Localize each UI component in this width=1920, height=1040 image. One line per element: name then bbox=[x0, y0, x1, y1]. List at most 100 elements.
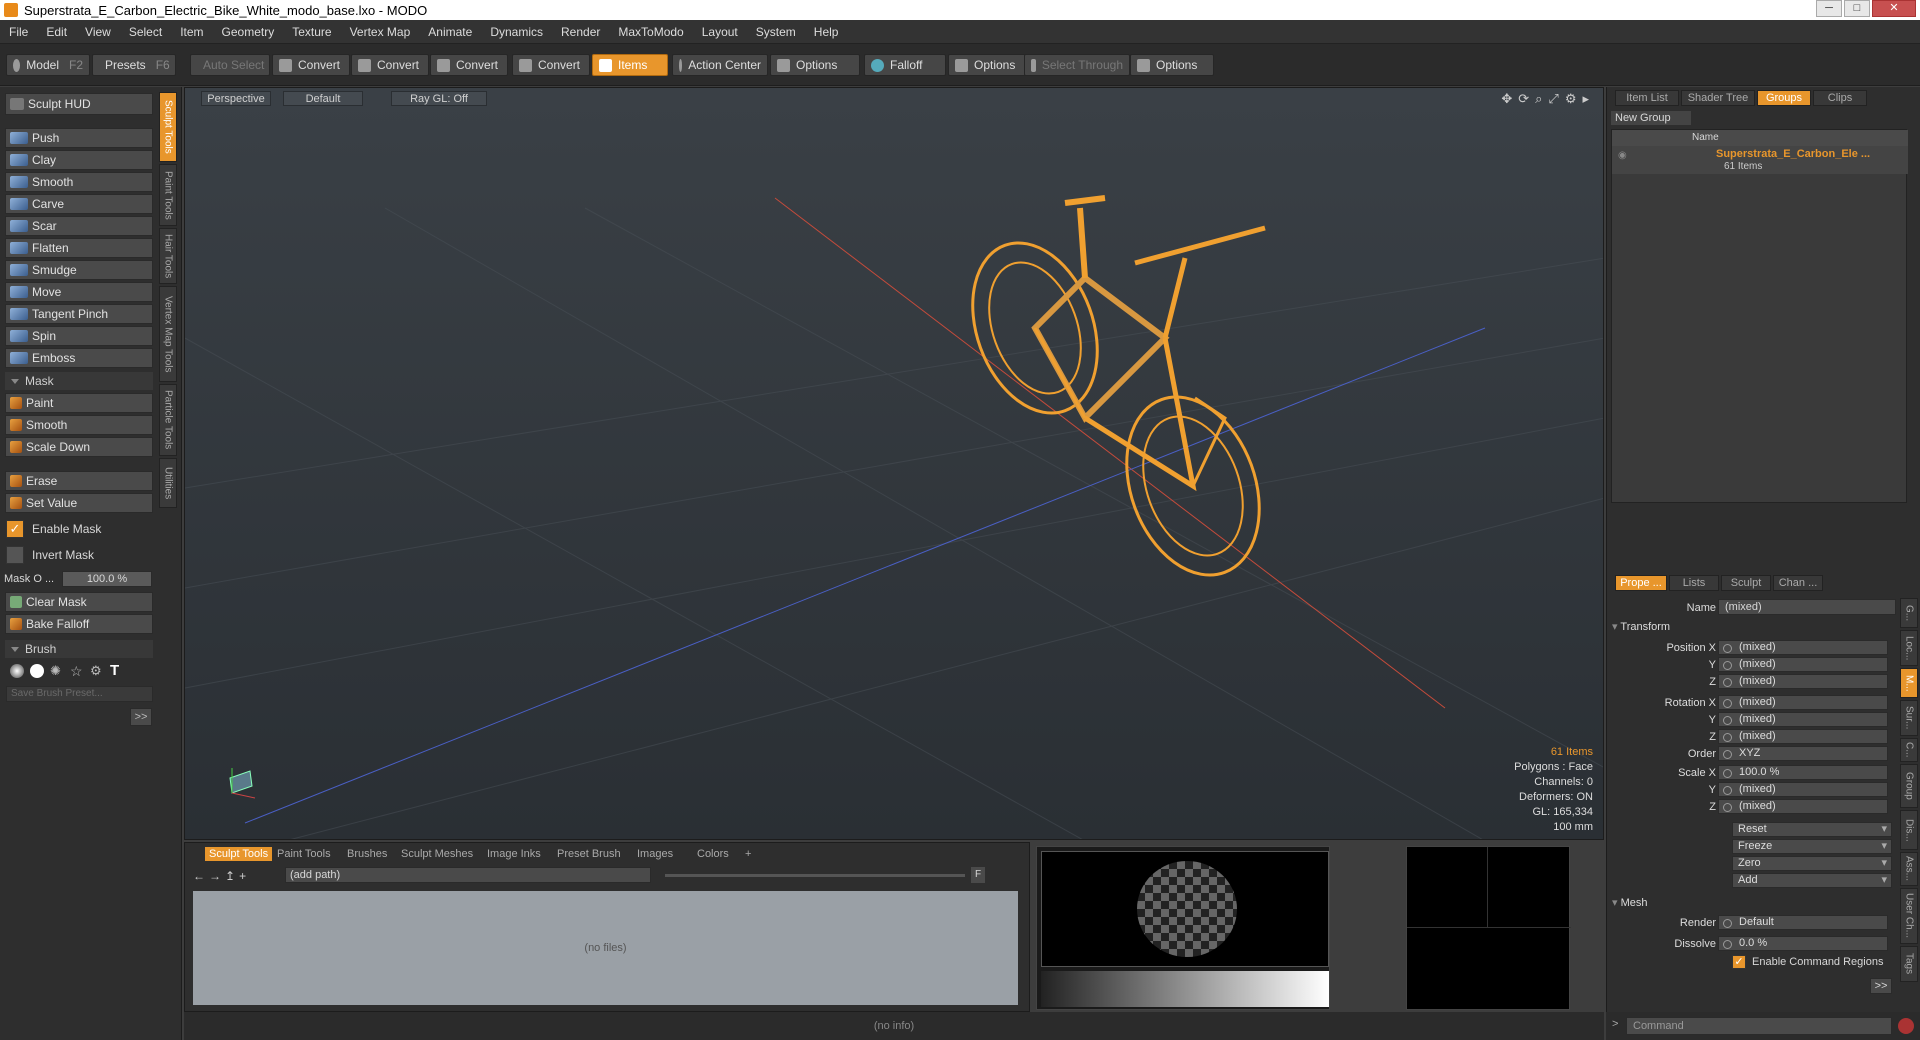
brush-preview-pane[interactable] bbox=[1036, 846, 1330, 1010]
bake-falloff-button[interactable]: Bake Falloff bbox=[5, 614, 153, 634]
tab-lists[interactable]: Lists bbox=[1669, 575, 1719, 591]
close-button[interactable]: ✕ bbox=[1872, 0, 1916, 17]
raygl-toggle[interactable]: Ray GL: Off bbox=[391, 91, 487, 106]
command-input[interactable]: Command bbox=[1626, 1017, 1892, 1035]
vtab-particle-tools[interactable]: Particle Tools bbox=[159, 384, 177, 456]
vtab-utilities[interactable]: Utilities bbox=[159, 458, 177, 508]
name-field[interactable]: (mixed) bbox=[1718, 599, 1896, 615]
rotate-icon[interactable]: ⟳ bbox=[1518, 91, 1529, 107]
mask-erase-button[interactable]: Erase bbox=[5, 471, 153, 491]
menu-item[interactable]: Item bbox=[171, 20, 212, 44]
tab-shader-tree[interactable]: Shader Tree bbox=[1681, 90, 1755, 106]
new-group-button[interactable]: New Group bbox=[1611, 111, 1691, 125]
position-x-field[interactable]: (mixed) bbox=[1718, 640, 1888, 655]
side-tab-dis[interactable]: Dis... bbox=[1900, 810, 1918, 850]
menu-select[interactable]: Select bbox=[120, 20, 171, 44]
hard-brush-icon[interactable] bbox=[30, 664, 44, 678]
zoom-icon[interactable]: ⌕ bbox=[1535, 91, 1542, 107]
vtab-sculpt-tools[interactable]: Sculpt Tools bbox=[159, 92, 177, 162]
btab-paint-tools[interactable]: Paint Tools bbox=[277, 847, 331, 861]
sculpt-hud-button[interactable]: Sculpt HUD bbox=[5, 93, 153, 115]
vtab-vertex-map-tools[interactable]: Vertex Map Tools bbox=[159, 286, 177, 382]
visibility-eye-icon[interactable]: ◉ bbox=[1618, 150, 1627, 161]
side-tab-loc[interactable]: Loc... bbox=[1900, 630, 1918, 666]
rotation-z-field[interactable]: (mixed) bbox=[1718, 729, 1888, 744]
side-tab-user-channels[interactable]: User Ch... bbox=[1900, 888, 1918, 944]
items-button[interactable]: Items bbox=[592, 54, 668, 76]
enable-mask-toggle[interactable]: ✓ Enable Mask bbox=[6, 520, 101, 538]
menu-dynamics[interactable]: Dynamics bbox=[481, 20, 552, 44]
side-tab-c[interactable]: C... bbox=[1900, 738, 1918, 762]
star-brush-icon[interactable]: ☆ bbox=[70, 664, 84, 678]
select-through-button[interactable]: Select Through bbox=[1024, 54, 1130, 76]
tab-groups[interactable]: Groups bbox=[1757, 90, 1811, 106]
vtab-paint-tools[interactable]: Paint Tools bbox=[159, 164, 177, 226]
rotation-x-field[interactable]: (mixed) bbox=[1718, 695, 1888, 710]
rotation-order-dropdown[interactable]: XYZ bbox=[1718, 746, 1888, 761]
menu-maxtomodo[interactable]: MaxToModo bbox=[609, 20, 692, 44]
viewport-settings-icon[interactable]: ⚙ bbox=[1565, 91, 1577, 107]
tab-sculpt[interactable]: Sculpt bbox=[1721, 575, 1771, 591]
tab-properties[interactable]: Prope ... bbox=[1615, 575, 1667, 591]
menu-file[interactable]: File bbox=[0, 20, 37, 44]
btab-sculpt-meshes[interactable]: Sculpt Meshes bbox=[401, 847, 473, 861]
clear-mask-button[interactable]: Clear Mask bbox=[5, 592, 153, 612]
falloff-button[interactable]: Falloff bbox=[864, 54, 946, 76]
render-dropdown[interactable]: Default bbox=[1718, 915, 1888, 930]
model-button[interactable]: Model F2 bbox=[6, 54, 90, 76]
texture-preview-pane[interactable] bbox=[1406, 846, 1571, 1010]
tab-channels[interactable]: Chan ... bbox=[1773, 575, 1823, 591]
mask-scale-down-button[interactable]: Scale Down bbox=[5, 437, 153, 457]
mask-opacity-field[interactable]: 100.0 % bbox=[62, 571, 152, 587]
vtab-hair-tools[interactable]: Hair Tools bbox=[159, 228, 177, 284]
maximize-button[interactable]: □ bbox=[1844, 0, 1870, 17]
btab-image-inks[interactable]: Image Inks bbox=[487, 847, 541, 861]
menu-system[interactable]: System bbox=[747, 20, 805, 44]
btab-sculpt-tools[interactable]: Sculpt Tools bbox=[205, 847, 273, 861]
menu-texture[interactable]: Texture bbox=[283, 20, 340, 44]
forward-arrow-icon[interactable]: → bbox=[209, 869, 221, 883]
scale-x-field[interactable]: 100.0 % bbox=[1718, 765, 1888, 780]
menu-layout[interactable]: Layout bbox=[693, 20, 747, 44]
tab-item-list[interactable]: Item List bbox=[1615, 90, 1679, 106]
zero-dropdown[interactable]: Zero bbox=[1732, 856, 1892, 871]
select-through-options-button[interactable]: Options bbox=[1130, 54, 1214, 76]
soft-brush-icon[interactable] bbox=[10, 664, 24, 678]
mask-smooth-button[interactable]: Smooth bbox=[5, 415, 153, 435]
scale-y-field[interactable]: (mixed) bbox=[1718, 782, 1888, 797]
freeze-dropdown[interactable]: Freeze bbox=[1732, 839, 1892, 854]
tool-smooth[interactable]: Smooth bbox=[5, 172, 153, 192]
tab-clips[interactable]: Clips bbox=[1813, 90, 1867, 106]
transform-section-header[interactable]: Transform bbox=[1612, 620, 1670, 633]
side-tab-ass[interactable]: Ass... bbox=[1900, 852, 1918, 886]
menu-help[interactable]: Help bbox=[805, 20, 848, 44]
mask-section-header[interactable]: Mask bbox=[5, 372, 153, 390]
side-tab-tags[interactable]: Tags bbox=[1900, 946, 1918, 982]
command-history-icon[interactable] bbox=[1898, 1018, 1914, 1034]
reset-dropdown[interactable]: Reset bbox=[1732, 822, 1892, 837]
tool-push[interactable]: Push bbox=[5, 128, 153, 148]
presets-button[interactable]: Presets F6 bbox=[92, 54, 176, 76]
position-z-field[interactable]: (mixed) bbox=[1718, 674, 1888, 689]
text-brush-icon[interactable]: T bbox=[110, 663, 124, 678]
side-tab-group[interactable]: Group bbox=[1900, 764, 1918, 808]
brush-section-header[interactable]: Brush bbox=[5, 640, 153, 658]
shading-default-dropdown[interactable]: Default bbox=[283, 91, 363, 106]
mask-set-value-button[interactable]: Set Value bbox=[5, 493, 153, 513]
enable-command-regions-toggle[interactable]: ✓ Enable Command Regions bbox=[1732, 955, 1883, 969]
filter-button[interactable]: F bbox=[971, 867, 985, 883]
action-center-button[interactable]: Action Center bbox=[672, 54, 768, 76]
add-tab-icon[interactable]: + bbox=[745, 847, 751, 861]
tool-clay[interactable]: Clay bbox=[5, 150, 153, 170]
menu-vertex-map[interactable]: Vertex Map bbox=[341, 20, 420, 44]
tool-carve[interactable]: Carve bbox=[5, 194, 153, 214]
menu-render[interactable]: Render bbox=[552, 20, 609, 44]
mask-paint-button[interactable]: Paint bbox=[5, 393, 153, 413]
pan-icon[interactable]: ✥ bbox=[1501, 91, 1512, 107]
path-dropdown[interactable]: (add path) bbox=[285, 867, 651, 883]
expand-properties-button[interactable]: >> bbox=[1870, 978, 1892, 994]
file-browser-area[interactable]: (no files) bbox=[193, 891, 1018, 1005]
tool-tangent-pinch[interactable]: Tangent Pinch bbox=[5, 304, 153, 324]
btab-brushes[interactable]: Brushes bbox=[347, 847, 387, 861]
back-arrow-icon[interactable]: ← bbox=[193, 869, 205, 883]
